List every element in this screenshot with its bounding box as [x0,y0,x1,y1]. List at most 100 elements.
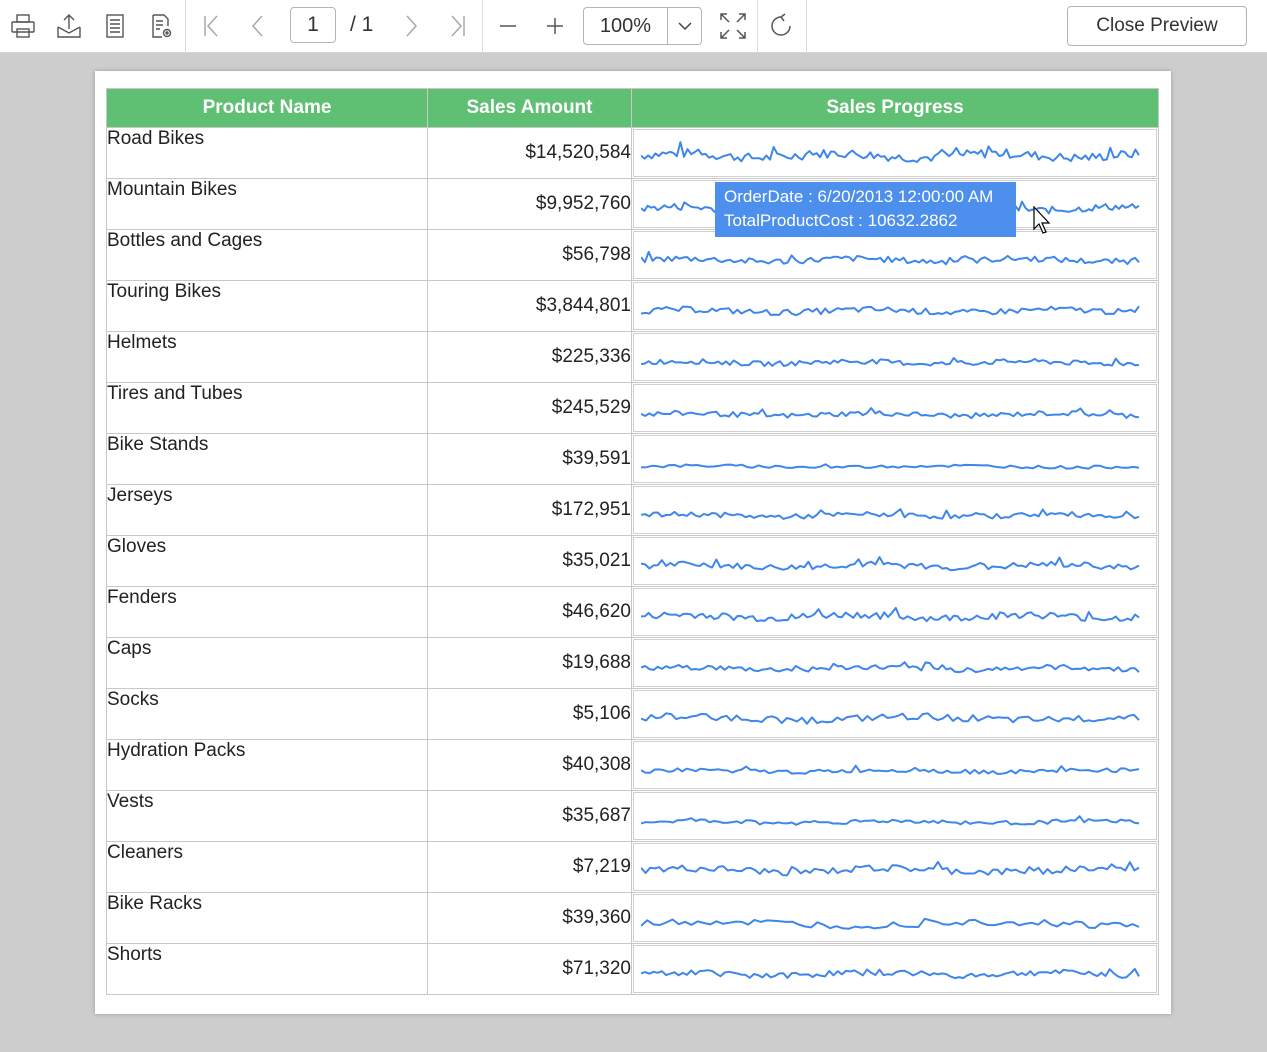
fit-page-icon[interactable] [718,10,748,42]
sparkline[interactable] [633,945,1157,993]
sparkline-chart [641,141,1140,163]
sales-amount-cell: $225,336 [427,331,632,383]
table-row: Helmets $225,336 [106,331,1159,383]
sparkline[interactable] [633,384,1157,432]
sales-progress-cell [631,535,1159,587]
table-header-row: Product Name Sales Amount Sales Progress [106,88,1159,128]
sparkline-chart [641,606,1140,623]
sales-progress-cell [631,892,1159,944]
sales-progress-cell [631,943,1159,995]
sparkline[interactable] [633,129,1157,177]
sparkline[interactable] [633,231,1157,279]
sparkline-line [641,250,1140,266]
product-name-cell: Helmets [106,331,428,383]
table-row: Bike Stands $39,591 [106,433,1159,485]
sales-progress-cell [631,841,1159,893]
sales-progress-cell [631,331,1159,383]
sales-amount-cell: $39,360 [427,892,632,944]
sales-progress-cell [631,637,1159,689]
zoom-select[interactable]: 100% [583,7,702,45]
sparkline-line [641,712,1140,725]
table-row: Gloves $35,021 [106,535,1159,587]
header-sales-amount: Sales Amount [427,88,632,128]
page-setup-icon[interactable] [100,10,130,42]
table-row: Socks $5,106 [106,688,1159,740]
sparkline-line [641,764,1140,775]
tooltip-product-cost: TotalProductCost : 10632.2862 [724,211,958,230]
sparkline[interactable] [633,690,1157,738]
current-page-input[interactable]: 1 [290,7,336,43]
zoom-value: 100% [584,8,668,44]
sales-progress-cell [631,790,1159,842]
sparkline-line [641,141,1140,163]
sparkline-chart [641,305,1140,317]
sales-amount-cell: $35,021 [427,535,632,587]
table-row: Bike Racks $39,360 [106,892,1159,944]
sparkline[interactable] [633,486,1157,534]
sparkline[interactable] [633,894,1157,942]
product-name-cell: Shorts [106,943,428,995]
sparkline-chart [641,556,1140,572]
sparkline-line [641,508,1140,520]
sales-amount-cell: $172,951 [427,484,632,536]
sparkline-line [641,815,1140,826]
next-page-icon[interactable] [396,10,426,42]
sparkline-chart [641,917,1140,930]
sales-progress-cell [631,484,1159,536]
sparkline[interactable] [633,639,1157,687]
sparkline[interactable] [633,741,1157,789]
product-name-cell: Touring Bikes [106,280,428,332]
sparkline[interactable] [633,843,1157,891]
sparkline-line [641,463,1140,470]
close-preview-button[interactable]: Close Preview [1067,6,1247,46]
last-page-icon[interactable] [443,10,473,42]
sparkline[interactable] [633,588,1157,636]
export-icon[interactable] [54,10,84,42]
sparkline[interactable] [633,435,1157,483]
zoom-dropdown-icon[interactable] [668,8,701,44]
sparkline[interactable] [633,792,1157,840]
sparkline-chart [641,250,1140,266]
product-name-cell: Caps [106,637,428,689]
sales-amount-cell: $14,520,584 [427,127,632,179]
product-name-cell: Mountain Bikes [106,178,428,230]
sales-amount-cell: $56,798 [427,229,632,281]
sparkline-chart [641,967,1140,980]
table-row: Bottles and Cages $56,798 [106,229,1159,281]
sparkline[interactable] [633,282,1157,330]
sparkline-line [641,967,1140,980]
zoom-out-icon[interactable] [493,10,523,42]
page-total: / 1 [350,13,374,36]
refresh-icon[interactable] [767,10,797,42]
table-row: Hydration Packs $40,308 [106,739,1159,791]
sparkline-line [641,606,1140,623]
previous-page-icon[interactable] [243,10,273,42]
sparkline-chart [641,815,1140,826]
first-page-icon[interactable] [196,10,226,42]
sparkline-line [641,661,1140,674]
sales-amount-cell: $245,529 [427,382,632,434]
print-icon[interactable] [8,10,38,42]
sparkline-line [641,305,1140,317]
sales-amount-cell: $40,308 [427,739,632,791]
sales-progress-cell [631,739,1159,791]
page-settings-icon[interactable] [146,10,176,42]
tooltip-order-date: OrderDate : 6/20/2013 12:00:00 AM [724,187,994,206]
table-row: Fenders $46,620 [106,586,1159,638]
sales-progress-cell [631,280,1159,332]
sparkline-chart [641,463,1140,470]
sparkline-line [641,860,1140,877]
sparkline[interactable] [633,333,1157,381]
sparkline-chart [641,712,1140,725]
cursor-icon [1033,205,1053,241]
product-name-cell: Fenders [106,586,428,638]
zoom-in-icon[interactable] [540,10,570,42]
product-name-cell: Tires and Tubes [106,382,428,434]
sales-amount-cell: $19,688 [427,637,632,689]
sales-amount-cell: $3,844,801 [427,280,632,332]
sparkline[interactable] [633,537,1157,585]
sales-amount-cell: $39,591 [427,433,632,485]
sparkline-chart [641,508,1140,520]
table-row: Touring Bikes $3,844,801 [106,280,1159,332]
table-row: Caps $19,688 [106,637,1159,689]
